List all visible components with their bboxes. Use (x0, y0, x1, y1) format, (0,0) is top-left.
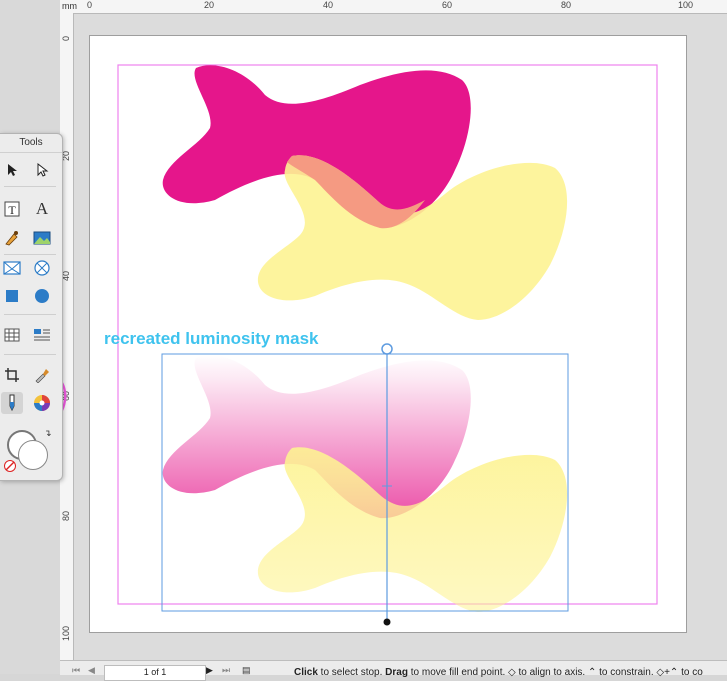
pen-tool-icon[interactable] (1, 227, 23, 249)
rectangle-tool-icon[interactable] (1, 285, 23, 307)
mask-caption: recreated luminosity mask (104, 329, 319, 348)
selection-tool-icon[interactable] (1, 159, 23, 181)
tools-title: Tools (0, 134, 62, 153)
tools-palette[interactable]: Tools T A ↴ (0, 133, 63, 481)
table-tool-icon[interactable] (1, 324, 23, 346)
image-frame-tool-icon[interactable] (1, 257, 23, 279)
text-table-tool-icon[interactable] (31, 324, 53, 346)
status-help-text: Click to select stop. Drag to move fill … (294, 667, 703, 678)
previous-page-icon[interactable]: ◀ (88, 665, 95, 676)
first-page-icon[interactable]: ⏮ (72, 665, 80, 676)
text-box-tool-icon[interactable]: T (1, 198, 23, 220)
no-fill-icon[interactable] (4, 460, 16, 472)
last-page-icon[interactable]: ⏭ (222, 665, 230, 676)
ellipse-frame-tool-icon[interactable] (31, 257, 53, 279)
next-page-icon[interactable]: ▶ (206, 665, 213, 676)
ellipse-tool-icon[interactable] (31, 285, 53, 307)
fill-swatch[interactable] (18, 440, 48, 470)
eyedropper-tool-icon[interactable] (31, 364, 53, 386)
color-picker-tool-icon[interactable] (31, 392, 53, 414)
direct-selection-tool-icon[interactable] (31, 159, 53, 181)
type-tool-icon[interactable]: A (31, 198, 53, 220)
status-bar: ⏮ ◀ 1 of 1 ▶ ⏭ ▤ Click to select stop. D… (60, 660, 727, 681)
swap-colors-icon[interactable]: ↴ (44, 428, 52, 439)
crop-tool-icon[interactable] (1, 364, 23, 386)
gradient-start-handle[interactable] (381, 343, 393, 355)
page-options-icon[interactable]: ▤ (242, 665, 251, 676)
gradient-end-handle[interactable] (383, 618, 391, 626)
svg-text:T: T (8, 203, 16, 217)
image-tool-icon[interactable] (31, 227, 53, 249)
fill-tool-icon[interactable] (1, 392, 23, 414)
page-indicator[interactable]: 1 of 1 (104, 665, 206, 681)
